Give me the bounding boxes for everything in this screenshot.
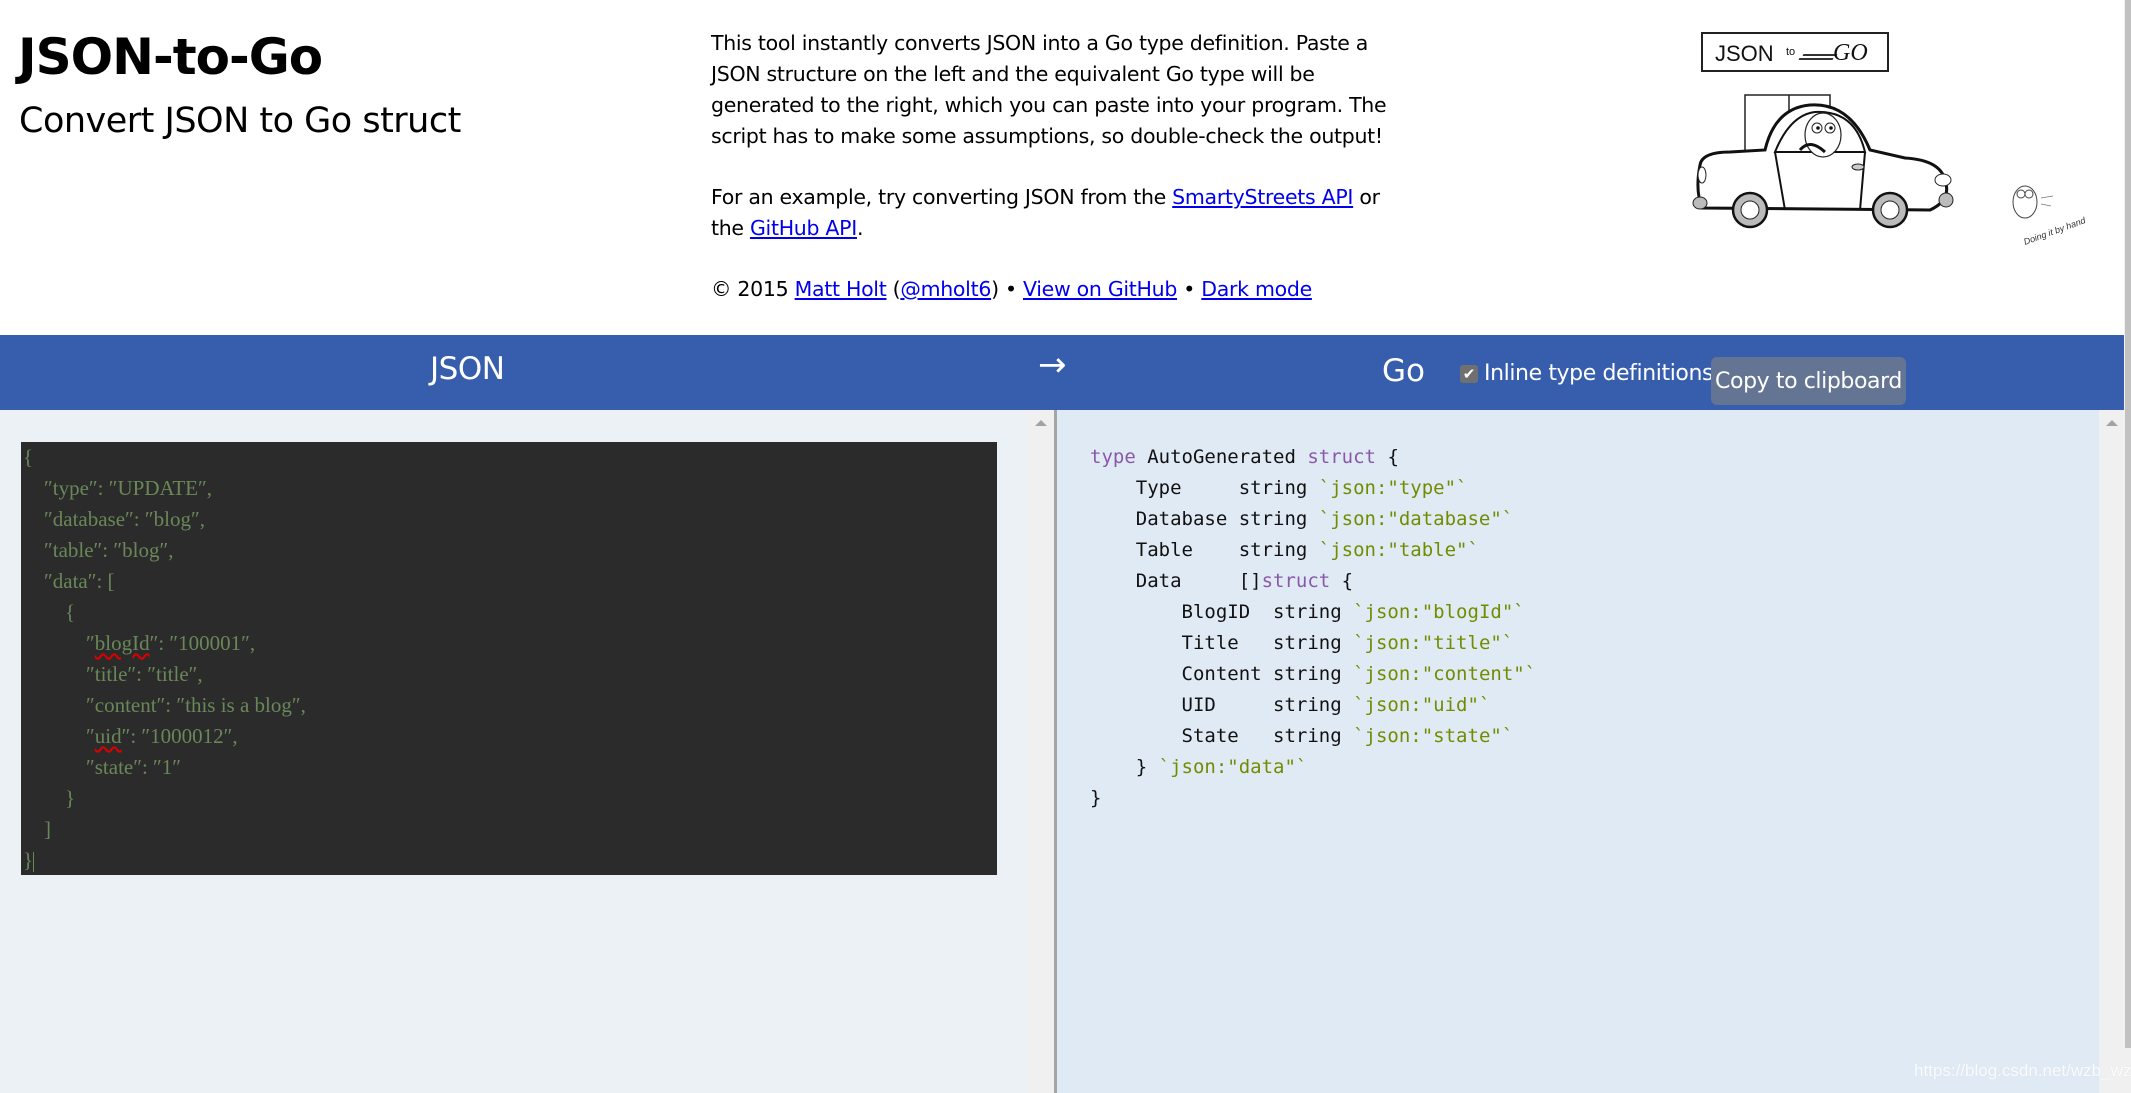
github-api-link[interactable]: GitHub API: [750, 216, 857, 240]
json-line: ″table″: ″blog″,: [23, 538, 174, 562]
go-code-line: BlogID string `json:"blogId"`: [1090, 601, 1525, 623]
go-struct-tag: `json:"table"`: [1318, 539, 1479, 561]
go-struct-tag: `json:"database"`: [1318, 508, 1514, 530]
json-line: ″uid″: ″1000012″,: [23, 724, 238, 748]
sign-json-text: JSON: [1715, 41, 1774, 66]
json-line: ″type″: ″UPDATE″,: [23, 476, 212, 500]
json-line: ″content″: ″this is a blog″,: [23, 693, 306, 717]
arrow-right-icon: →: [1038, 345, 1067, 385]
go-code-text: UID string: [1090, 694, 1354, 716]
small-gopher-icon: [2012, 185, 2054, 219]
dark-mode-link[interactable]: Dark mode: [1201, 277, 1312, 301]
json-input-textarea[interactable]: { ″type″: ″UPDATE″, ″database″: ″blog″, …: [21, 442, 997, 875]
json-pane-scrollbar[interactable]: [1028, 410, 1054, 1093]
copy-to-clipboard-button[interactable]: Copy to clipboard: [1711, 357, 1906, 405]
view-on-github-link[interactable]: View on GitHub: [1023, 277, 1177, 301]
example-paragraph: For an example, try converting JSON from…: [711, 182, 1411, 244]
go-code-text: }: [1090, 756, 1159, 778]
intro-description: This tool instantly converts JSON into a…: [711, 31, 1387, 148]
go-code-line: } `json:"data"`: [1090, 756, 1308, 778]
go-struct-tag: `json:"state"`: [1353, 725, 1514, 747]
spellcheck-underline: blogId: [94, 631, 150, 655]
go-code-text: Type string: [1090, 477, 1319, 499]
json-line: {: [23, 600, 76, 624]
logo-sign: JSON to GO: [1701, 32, 1889, 72]
twitter-handle-link[interactable]: @mholt6: [900, 277, 991, 301]
json-line: }: [23, 786, 76, 810]
author-link[interactable]: Matt Holt: [795, 277, 887, 301]
go-code-line: type AutoGenerated struct {: [1090, 446, 1399, 468]
go-struct-tag: `json:"uid"`: [1353, 694, 1491, 716]
go-keyword: struct: [1307, 446, 1376, 468]
go-struct-tag: `json:"blogId"`: [1353, 601, 1525, 623]
go-code-text: }: [1090, 787, 1102, 809]
page-subtitle: Convert JSON to Go struct: [19, 101, 461, 141]
go-struct-tag: `json:"data"`: [1158, 756, 1308, 778]
json-pane-label: JSON: [430, 351, 505, 387]
go-code-line: Table string `json:"table"`: [1090, 539, 1479, 561]
go-code-text: Table string: [1090, 539, 1319, 561]
go-code-text: Data []: [1090, 570, 1262, 592]
handle-close: ) •: [991, 277, 1023, 301]
spellcheck-underline: uid: [94, 724, 122, 748]
credits: © 2015 Matt Holt (@mholt6) • View on Git…: [711, 274, 1411, 305]
go-code-line: UID string `json:"uid"`: [1090, 694, 1491, 716]
json-line: ″data″: [: [23, 569, 115, 593]
intro-text: This tool instantly converts JSON into a…: [711, 28, 1411, 335]
json-line: ″title″: ″title″,: [23, 662, 203, 686]
page-title: JSON-to-Go: [18, 28, 323, 86]
page-scrollbar-thumb[interactable]: [2125, 0, 2131, 1048]
handle-open: (: [886, 277, 901, 301]
scroll-up-arrow-icon[interactable]: [1035, 420, 1047, 426]
go-code-text: {: [1330, 570, 1354, 592]
go-code-line: }: [1090, 787, 1101, 809]
go-pane-label: Go: [1382, 353, 1425, 389]
toolbar: JSON → Go ✔ Inline type definitions Copy…: [0, 335, 2124, 410]
scroll-up-arrow-icon[interactable]: [2106, 420, 2118, 426]
smartystreets-api-link[interactable]: SmartyStreets API: [1172, 185, 1353, 209]
go-code-line: Data []struct {: [1090, 570, 1353, 592]
inline-type-definitions-checkbox[interactable]: ✔: [1460, 365, 1478, 383]
gopher-car-illustration: [1692, 94, 1954, 229]
json-line: {: [23, 445, 34, 469]
copyright: © 2015: [711, 277, 795, 301]
go-output-code: type AutoGenerated struct { Type string …: [1090, 442, 1536, 814]
watermark: https://blog.csdn.net/wzb_wzt: [1914, 1061, 2131, 1080]
separator: •: [1177, 277, 1202, 301]
example-suffix: .: [856, 216, 864, 240]
go-code-text: Title string: [1090, 632, 1354, 654]
go-code-text: Database string: [1090, 508, 1319, 530]
go-code-text: BlogID string: [1090, 601, 1354, 623]
text-caret: [33, 852, 35, 873]
go-code-text: Content string: [1090, 663, 1354, 685]
go-code-line: Type string `json:"type"`: [1090, 477, 1468, 499]
json-line: ″database″: ″blog″,: [23, 507, 205, 531]
go-struct-tag: `json:"type"`: [1318, 477, 1468, 499]
go-keyword: type: [1090, 446, 1136, 468]
inline-type-definitions-label[interactable]: Inline type definitions: [1484, 361, 1713, 386]
go-code-line: Title string `json:"title"`: [1090, 632, 1514, 654]
go-pane-scrollbar[interactable]: [2099, 410, 2124, 1093]
go-struct-tag: `json:"content"`: [1353, 663, 1537, 685]
go-struct-tag: `json:"title"`: [1353, 632, 1514, 654]
sign-go-text: GO: [1833, 40, 1868, 66]
json-line: ]: [23, 817, 51, 841]
go-code-line: Content string `json:"content"`: [1090, 663, 1537, 685]
go-code-line: State string `json:"state"`: [1090, 725, 1514, 747]
speed-line-icon: [1798, 58, 1834, 60]
go-code-text: State string: [1090, 725, 1354, 747]
json-line: ″state″: ″1″: [23, 755, 182, 779]
json-line: ″blogId″: ″100001″,: [23, 631, 256, 655]
example-prefix: For an example, try converting JSON from…: [711, 185, 1173, 209]
go-keyword: struct: [1261, 570, 1331, 592]
go-code-line: Database string `json:"database"`: [1090, 508, 1514, 530]
json-line: }: [23, 848, 35, 873]
sign-to-text: to: [1786, 46, 1796, 58]
go-code-text: AutoGenerated: [1135, 446, 1308, 468]
go-code-text: {: [1376, 446, 1399, 468]
